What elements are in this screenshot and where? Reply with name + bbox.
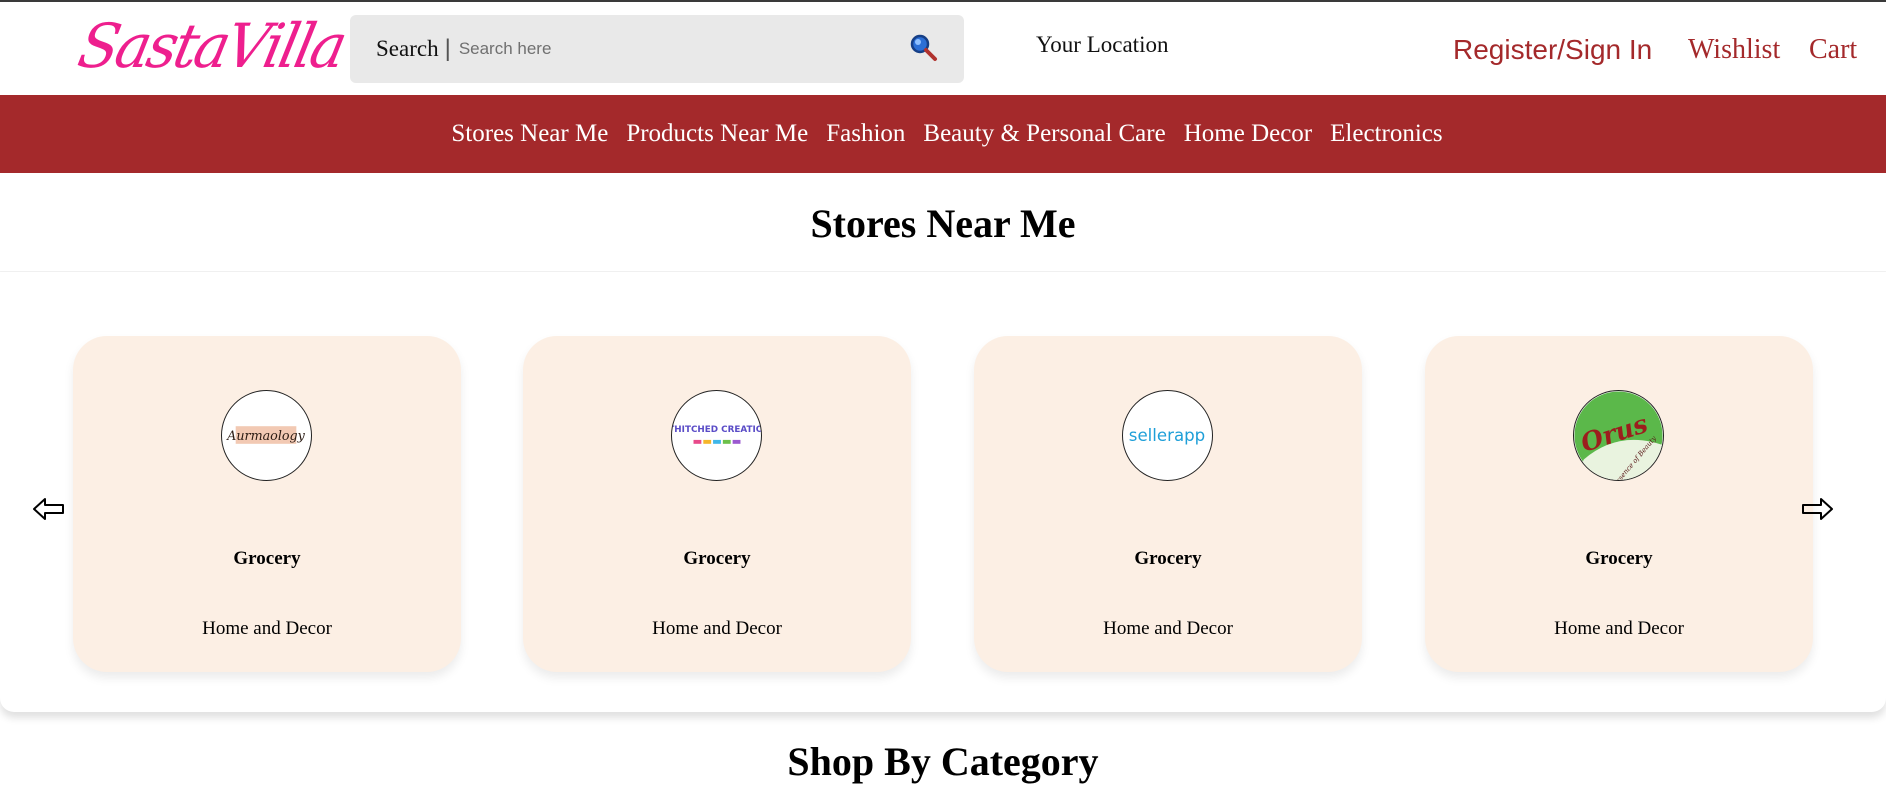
store-category: Grocery (683, 548, 751, 569)
nav-item-electronics[interactable]: Electronics (1330, 120, 1442, 148)
search-bar[interactable]: Search | (350, 15, 964, 83)
store-subcategory: Home and Decor (652, 618, 782, 639)
nav-item-fashion[interactable]: Fashion (826, 120, 905, 148)
store-card[interactable]: Orus Essence of Beauty Grocery Home and … (1425, 336, 1813, 672)
site-header: SastaVilla Search | Your Location Regist… (0, 2, 1886, 95)
store-logo: Aurmaology (221, 390, 312, 481)
site-logo[interactable]: SastaVilla (71, 4, 352, 88)
register-signin-link[interactable]: Register/Sign In (1453, 34, 1652, 66)
store-category: Grocery (233, 548, 301, 569)
search-input[interactable] (458, 39, 899, 59)
nav-item-products-near-me[interactable]: Products Near Me (626, 120, 808, 148)
store-logo-text: sellerapp (1129, 426, 1205, 445)
store-card[interactable]: GETHITCHED CREATIONS Grocery Home and De… (523, 336, 911, 672)
cart-link[interactable]: Cart (1809, 34, 1857, 66)
store-card[interactable]: Aurmaology Grocery Home and Decor (73, 336, 461, 672)
nav-item-stores-near-me[interactable]: Stores Near Me (451, 120, 608, 148)
store-subcategory: Home and Decor (1554, 618, 1684, 639)
store-logo: GETHITCHED CREATIONS (671, 390, 762, 481)
store-logo-text: GETHITCHED CREATIONS (672, 425, 761, 435)
nav-item-beauty-personal-care[interactable]: Beauty & Personal Care (923, 120, 1165, 148)
store-card[interactable]: sellerapp Grocery Home and Decor (974, 336, 1362, 672)
section-title-stores: Stores Near Me (810, 201, 1076, 246)
store-logo: Orus Essence of Beauty (1573, 390, 1664, 481)
arrow-right-icon[interactable] (1800, 497, 1834, 521)
store-category: Grocery (1585, 548, 1653, 569)
nav-item-home-decor[interactable]: Home Decor (1184, 120, 1312, 148)
store-subcategory: Home and Decor (202, 618, 332, 639)
store-logo-text: Aurmaology (226, 428, 306, 443)
search-icon[interactable] (908, 33, 938, 63)
main-nav: Stores Near Me Products Near Me Fashion … (0, 95, 1886, 173)
search-separator: | (444, 35, 451, 62)
store-category: Grocery (1134, 548, 1202, 569)
wishlist-link[interactable]: Wishlist (1688, 34, 1780, 66)
store-logo: sellerapp (1122, 390, 1213, 481)
store-subcategory: Home and Decor (1103, 618, 1233, 639)
stores-carousel: Aurmaology Grocery Home and Decor GETHIT… (0, 272, 1886, 712)
search-label: Search (376, 36, 439, 61)
location-selector[interactable]: Your Location (1036, 32, 1168, 58)
arrow-left-icon[interactable] (32, 497, 66, 521)
section-title-shop-by-category: Shop By Category (787, 739, 1099, 784)
